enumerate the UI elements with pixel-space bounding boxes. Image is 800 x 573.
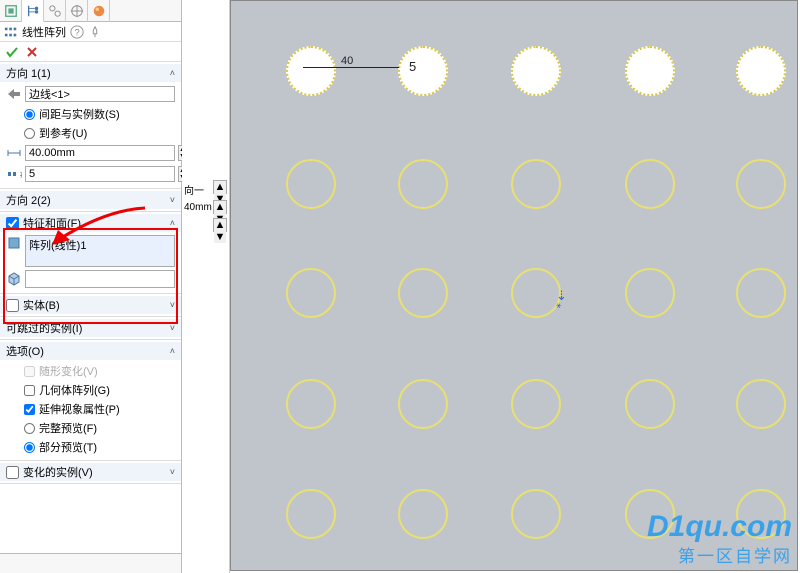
faces-list[interactable] [25, 270, 175, 288]
direction1-edge-input[interactable] [25, 86, 175, 102]
main-area: 向一 ▲▼ 40mm ▲▼ ▲▼ 40 5 ⇣⚹ [182, 0, 800, 573]
section-direction1-header[interactable]: 方向 1(1)˄ [0, 64, 181, 82]
section-features-faces: 特征和面(F)˄ 阵列(线性)1 [0, 212, 181, 294]
pattern-instance [625, 268, 675, 318]
strip-label-2: 40mm [184, 202, 212, 213]
svg-text:?: ? [74, 27, 79, 38]
chevron-up-icon: ˄ [170, 346, 175, 356]
pattern-instance [736, 268, 786, 318]
spacing-instances-radio[interactable] [24, 109, 35, 120]
full-preview-radio[interactable] [24, 423, 35, 434]
strip-spinner-1[interactable]: ▲▼ [213, 180, 227, 194]
pattern-instance [398, 46, 448, 96]
vary-sketch-checkbox [24, 366, 35, 377]
pattern-instance [736, 489, 786, 539]
section-options-header[interactable]: 选项(O)˄ [0, 342, 181, 360]
spacing-input[interactable] [25, 145, 175, 161]
up-to-reference-radio[interactable] [24, 128, 35, 139]
tab-tree[interactable] [22, 0, 44, 22]
pattern-instance [625, 489, 675, 539]
pattern-instance [625, 46, 675, 96]
section-options: 选项(O)˄ 随形变化(V) 几何体阵列(G) 延伸视象属性(P) 完整预览(F… [0, 340, 181, 461]
graphics-side-strip: 向一 ▲▼ 40mm ▲▼ ▲▼ [182, 0, 230, 573]
tab-config[interactable] [44, 0, 66, 22]
tab-feature[interactable] [0, 0, 22, 22]
svg-text:#: # [20, 169, 22, 181]
pattern-instance [625, 379, 675, 429]
chevron-down-icon: ˅ [170, 195, 175, 205]
tab-target[interactable] [66, 0, 88, 22]
section-bodies-header[interactable]: 实体(B)˅ [0, 296, 181, 314]
pattern-instance [625, 159, 675, 209]
section-vary-instances: 变化的实例(V)˅ [0, 461, 181, 484]
property-panel: 线性阵列 ? 方向 1(1)˄ 间距与实例数(S) 到参考(U) ▲▼ [0, 0, 182, 573]
panel-tabs [0, 0, 181, 22]
pattern-instance [736, 379, 786, 429]
section-direction2: 方向 2(2)˅ [0, 189, 181, 212]
help-icon[interactable]: ? [70, 25, 84, 39]
pattern-instance [286, 46, 336, 96]
section-skip-instances: 可跳过的实例(I)˅ [0, 317, 181, 340]
ok-button[interactable] [4, 44, 20, 60]
pattern-instance [286, 379, 336, 429]
chevron-down-icon: ˅ [170, 323, 175, 333]
section-features-faces-header[interactable]: 特征和面(F)˄ [0, 214, 181, 232]
chevron-down-icon: ˅ [170, 300, 175, 310]
count-input[interactable] [25, 166, 175, 182]
section-bodies: 实体(B)˅ [0, 294, 181, 317]
pattern-instance [511, 489, 561, 539]
dimension-value: 40 [341, 55, 353, 67]
action-row [0, 42, 181, 62]
section-direction2-header[interactable]: 方向 2(2)˅ [0, 191, 181, 209]
pattern-instance [286, 159, 336, 209]
pattern-instance [511, 159, 561, 209]
section-direction1: 方向 1(1)˄ 间距与实例数(S) 到参考(U) ▲▼ # ▲▼ [0, 62, 181, 189]
pattern-instance [286, 489, 336, 539]
geometry-pattern-checkbox[interactable] [24, 385, 35, 396]
tab-appearance[interactable] [88, 0, 110, 22]
strip-spinner-3[interactable]: ▲▼ [213, 218, 227, 232]
graphics-viewport[interactable]: 40 5 ⇣⚹ [230, 0, 798, 571]
pattern-instance [398, 159, 448, 209]
partial-preview-radio[interactable] [24, 442, 35, 453]
bodies-checkbox[interactable] [6, 299, 19, 312]
pattern-instance [736, 46, 786, 96]
face-icon [6, 270, 22, 286]
linear-pattern-icon [4, 25, 18, 39]
strip-label-1: 向一 [184, 182, 204, 197]
pattern-instance [736, 159, 786, 209]
spacing-icon [6, 145, 22, 161]
dimension-line [303, 67, 399, 68]
feature-icon [6, 235, 22, 251]
panel-footer [0, 553, 181, 573]
panel-title-row: 线性阵列 ? [0, 22, 181, 42]
pin-icon[interactable] [88, 25, 102, 39]
chevron-up-icon: ˄ [170, 218, 175, 228]
pattern-instance [398, 379, 448, 429]
vary-instances-checkbox[interactable] [6, 466, 19, 479]
features-faces-checkbox[interactable] [6, 217, 19, 230]
section-skip-instances-header[interactable]: 可跳过的实例(I)˅ [0, 319, 181, 337]
pattern-instance [511, 46, 561, 96]
instance-count-icon: # [6, 166, 22, 182]
pattern-instance [511, 268, 561, 318]
pattern-instance [511, 379, 561, 429]
origin-marker: ⇣⚹ [556, 288, 567, 311]
reverse-direction-icon[interactable] [6, 86, 22, 102]
pattern-instance [286, 268, 336, 318]
features-list[interactable]: 阵列(线性)1 [25, 235, 175, 267]
pattern-instance [398, 489, 448, 539]
instance-count-label: 5 [409, 59, 416, 74]
strip-spinner-2[interactable]: ▲▼ [213, 200, 227, 214]
cancel-button[interactable] [24, 44, 40, 60]
chevron-up-icon: ˄ [170, 68, 175, 78]
pattern-instance [398, 268, 448, 318]
panel-title: 线性阵列 [22, 24, 66, 40]
section-vary-instances-header[interactable]: 变化的实例(V)˅ [0, 463, 181, 481]
chevron-down-icon: ˅ [170, 467, 175, 477]
propagate-visual-checkbox[interactable] [24, 404, 35, 415]
